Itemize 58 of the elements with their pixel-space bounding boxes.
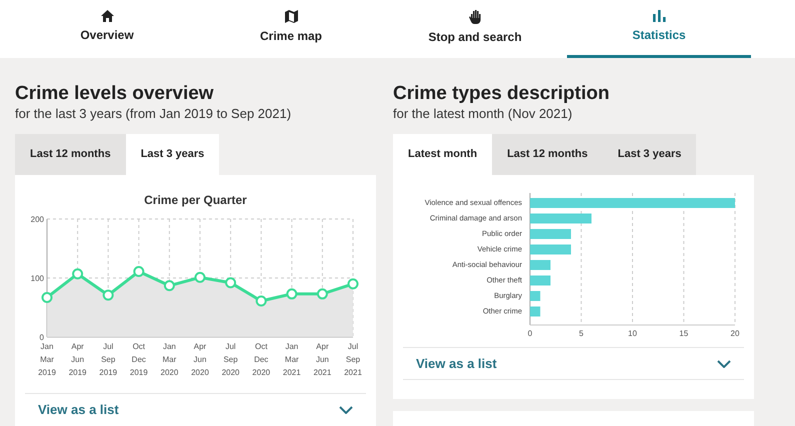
section-subtitle: for the latest month (Nov 2021) — [393, 106, 574, 122]
data-point — [163, 280, 174, 292]
hand-icon — [469, 10, 481, 24]
axis-tick-label: Jan Mar 2021 — [282, 342, 300, 377]
map-icon — [284, 10, 298, 23]
home-icon — [100, 10, 114, 22]
data-point — [316, 288, 328, 300]
bar — [530, 214, 592, 224]
axis-tick-label: Jul Sep 2020 — [221, 342, 239, 377]
nav-tab[interactable]: Stop and search — [383, 0, 567, 58]
period-tab[interactable]: Last 3 years — [602, 134, 696, 175]
axis-tick-label: 0 — [39, 333, 44, 342]
section-title: Crime levels overview — [15, 82, 215, 106]
chevron-down-icon — [717, 360, 731, 368]
axis-tick-label: 15 — [679, 329, 688, 338]
period-tab[interactable]: Latest month — [393, 134, 492, 175]
view-list-toggle[interactable]: View as a list — [403, 347, 744, 380]
data-point — [286, 288, 297, 300]
chevron-down-icon — [339, 406, 353, 414]
axis-tick-label: 0 — [528, 329, 532, 338]
view-list-toggle[interactable]: View as a list — [25, 393, 366, 426]
data-point — [224, 277, 236, 288]
axis-tick-label: 200 — [30, 215, 44, 224]
axis-tick-label: 10 — [628, 329, 637, 338]
axis-tick-label: 100 — [30, 274, 44, 283]
axis-tick-label: Jul Sep 2021 — [344, 342, 362, 377]
axis-tick-label: Apr Jun 2021 — [313, 342, 331, 377]
period-tab[interactable]: Last 12 months — [15, 134, 126, 175]
section-title: Crime types description — [393, 82, 610, 106]
data-point — [72, 268, 83, 280]
data-point — [255, 296, 266, 306]
bar — [530, 229, 571, 239]
axis-tick-label: Jan Mar 2019 — [38, 342, 56, 377]
bar — [530, 291, 540, 301]
data-point — [347, 278, 358, 290]
period-tab[interactable]: Last 12 months — [492, 134, 603, 175]
period-tab[interactable]: Last 3 years — [126, 134, 220, 175]
axis-tick-label: Apr Jun 2019 — [68, 342, 86, 377]
data-point — [41, 292, 52, 303]
data-point — [194, 272, 205, 283]
bar-chart-icon — [652, 10, 666, 22]
bar — [530, 276, 550, 286]
bar — [530, 260, 550, 270]
section-subtitle: for the last 3 years (from Jan 2019 to Sep 2021) — [15, 106, 292, 122]
bar — [530, 306, 540, 316]
nav-tab[interactable]: Overview — [15, 0, 199, 58]
data-point — [102, 290, 114, 301]
chart-title: Crime per Quarter — [144, 192, 247, 209]
axis-tick-label: 20 — [730, 329, 740, 338]
axis-tick-label: 5 — [579, 329, 584, 338]
axis-tick-label: Jul Sep 2019 — [98, 342, 117, 377]
nav-tab[interactable]: Crime map — [199, 0, 383, 58]
data-point — [132, 266, 144, 277]
bar — [530, 244, 571, 254]
axis-tick-label: Oct Dec 2019 — [129, 342, 148, 377]
axis-tick-label: Jan Mar 2020 — [160, 342, 178, 377]
axis-tick-label: Oct Dec 2020 — [252, 342, 270, 377]
axis-tick-label: Apr Jun 2020 — [190, 342, 208, 377]
